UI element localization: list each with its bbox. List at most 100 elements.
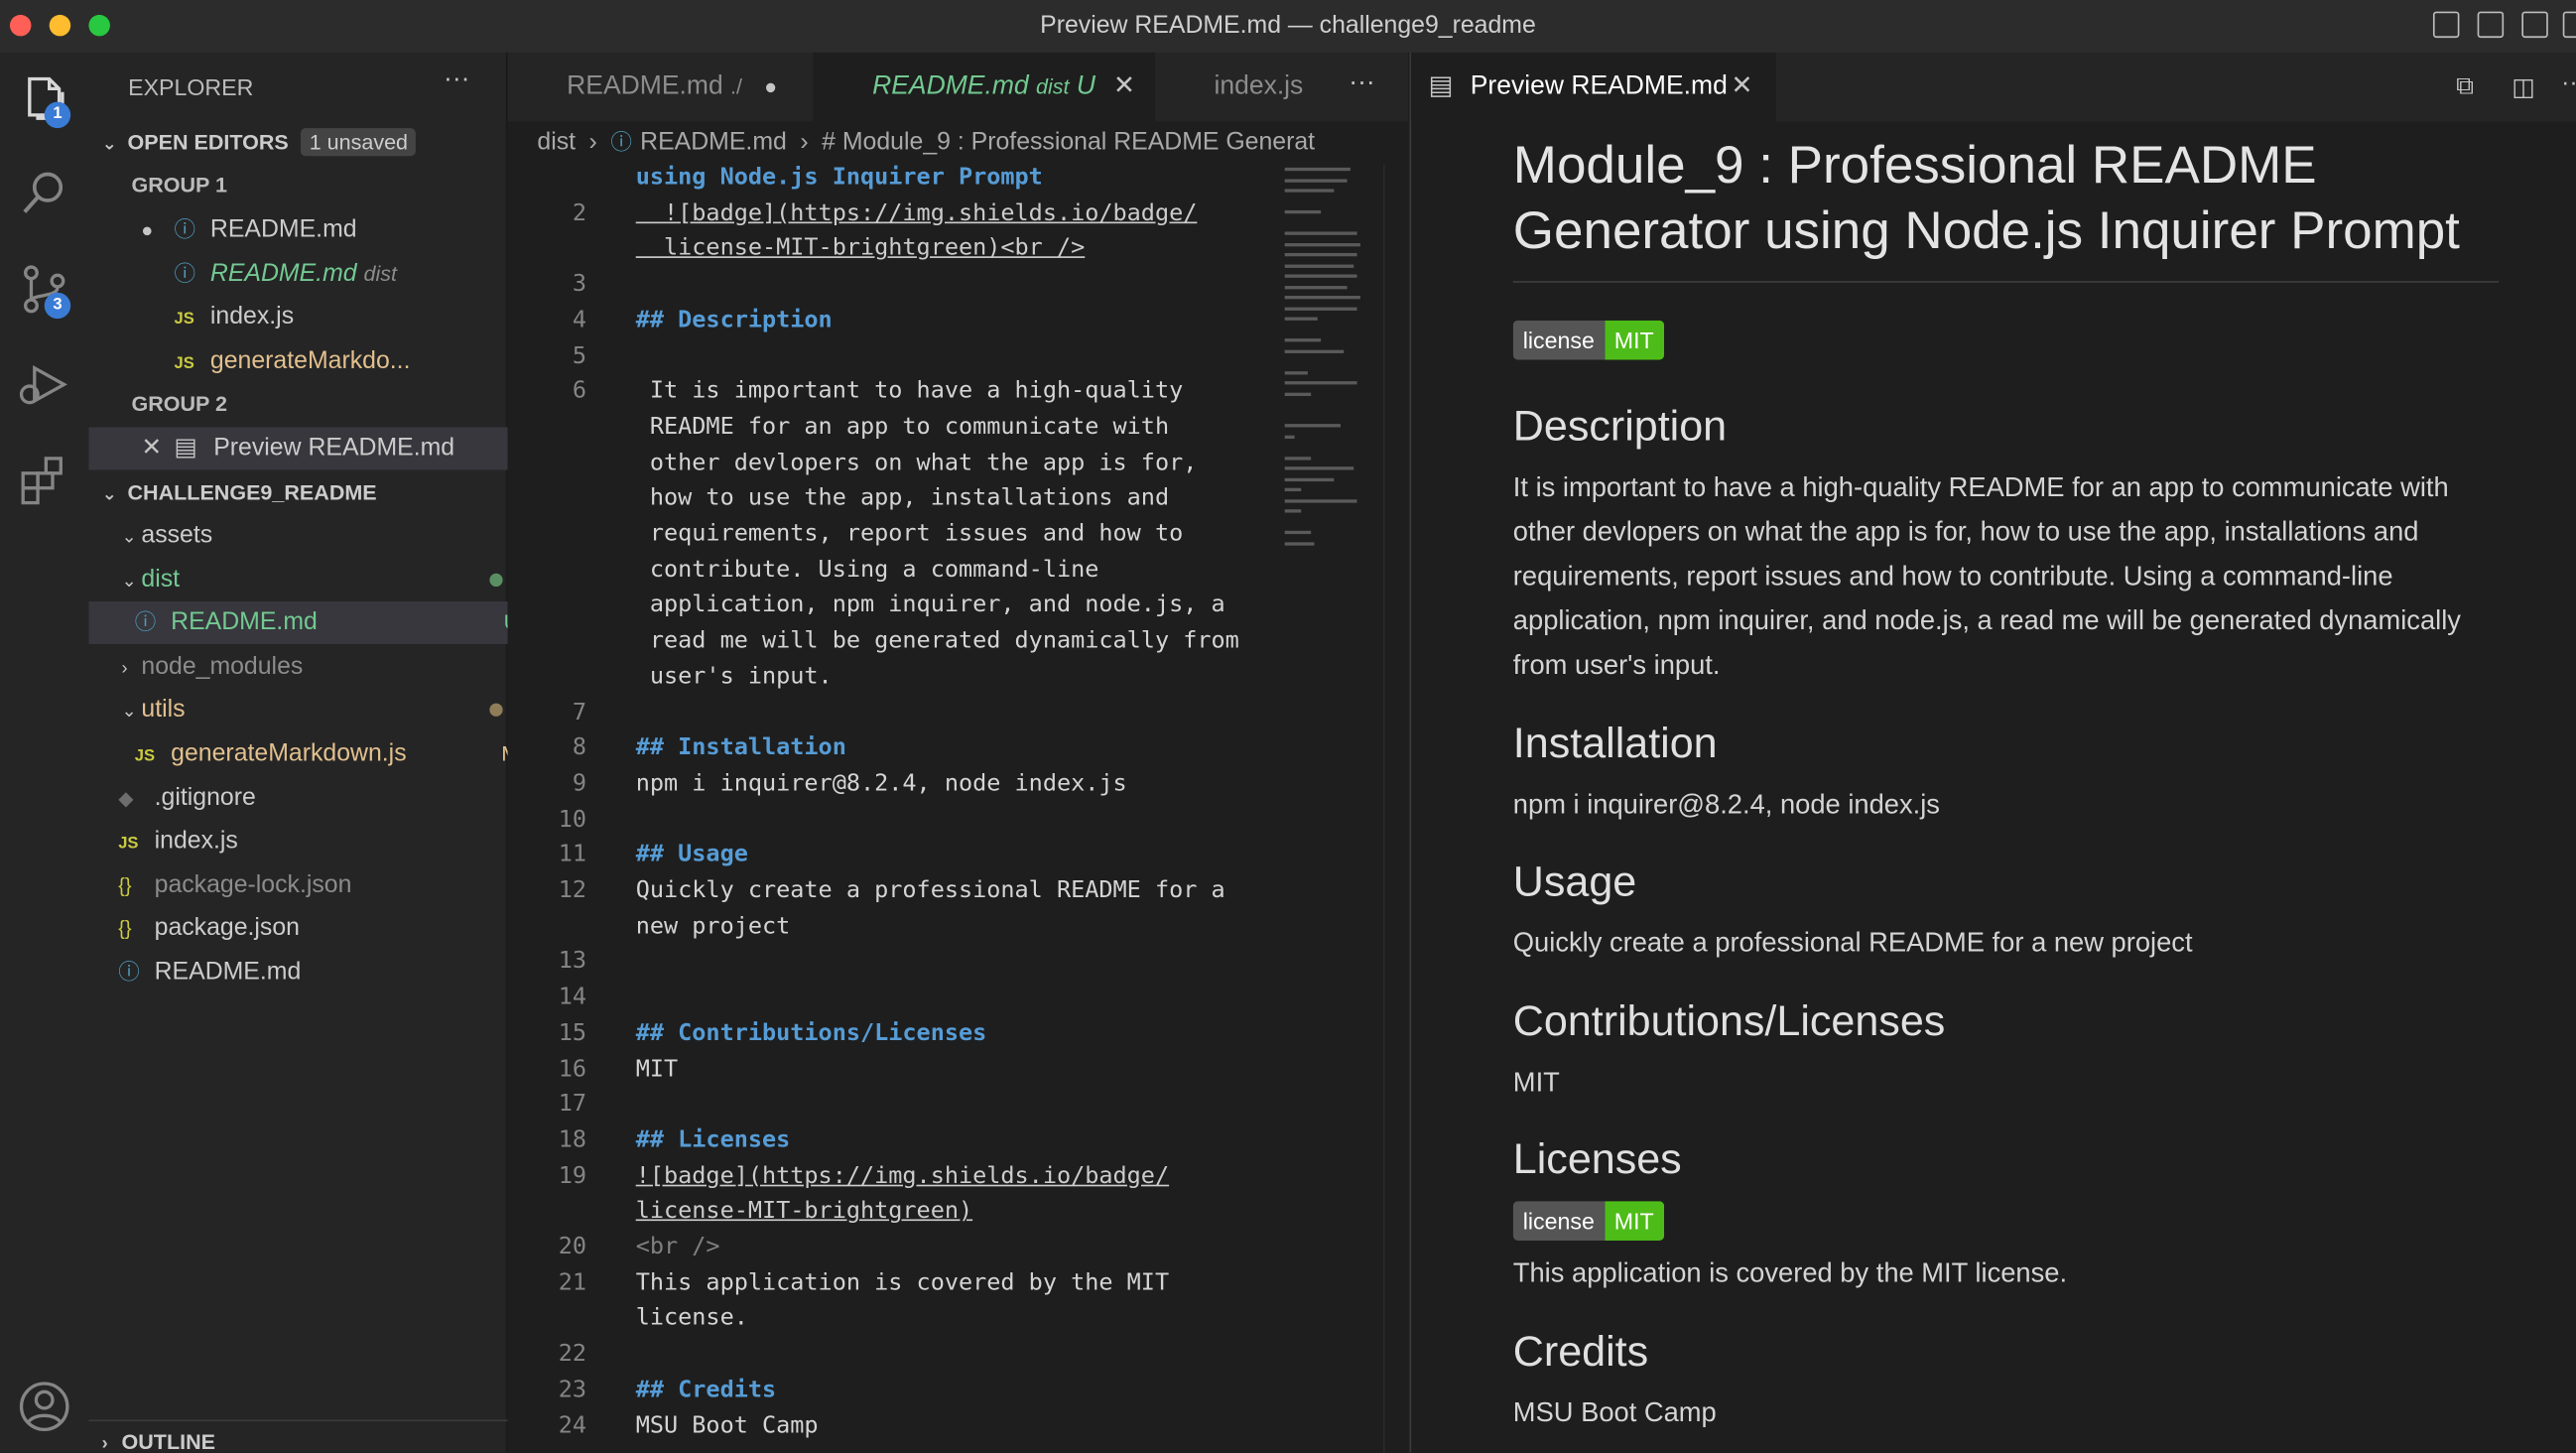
close-icon[interactable]: ✕ [1731, 53, 1752, 122]
line-number: 23 [558, 1377, 587, 1403]
preview-paragraph: MSU Boot Camp [1512, 1397, 1717, 1428]
split-editor-icon[interactable]: ◫ [2512, 72, 2534, 102]
minimap-line [1284, 252, 1357, 257]
license-badge: license MIT [1512, 320, 1664, 360]
minimap-line [1284, 231, 1357, 235]
tab-readme-root[interactable]: README.md ./ ● [508, 53, 814, 122]
minimap-line [1284, 306, 1357, 311]
editor-scrollbar[interactable] [1383, 164, 1408, 1453]
minimap-line [1284, 530, 1312, 535]
status-dot [489, 703, 503, 717]
chevron-right-icon: › [121, 658, 128, 679]
chevron-right-icon: › [800, 128, 809, 157]
code-line: ![badge](https://img.shields.io/badge/ [635, 199, 1198, 226]
js-file-icon: JS [174, 354, 194, 373]
folder-utils[interactable]: ⌄ utils [88, 689, 539, 731]
toggle-sidebar-icon[interactable] [2432, 11, 2460, 39]
chevron-down-icon: ⌄ [121, 527, 137, 548]
minimap-line [1284, 348, 1345, 353]
preview-title: Module_9 : Professional README Generator… [1512, 134, 2460, 260]
close-icon[interactable]: ✕ [1113, 53, 1135, 122]
open-source-icon[interactable]: ⧉ [2456, 72, 2474, 100]
open-editor-item[interactable]: ✕ ▤ Preview README.md [88, 427, 559, 470]
code-line: ## Description [635, 307, 833, 333]
line-number: 9 [572, 770, 587, 797]
code-line: ## Credits [635, 1377, 777, 1403]
minimap[interactable] [1281, 165, 1379, 568]
file-package-json[interactable]: {} package.json [88, 907, 535, 950]
run-debug-icon[interactable] [15, 355, 74, 415]
explorer-more-button[interactable]: ··· [444, 66, 469, 95]
customize-layout-icon[interactable] [2562, 11, 2576, 39]
folder-dist[interactable]: ⌄ dist [88, 559, 539, 601]
toggle-panel-icon[interactable] [2477, 11, 2505, 39]
unsaved-dot-icon: ● [141, 218, 154, 242]
editor-tabs: README.md ./ ● README.md dist U ✕ index.… [507, 52, 1408, 122]
line-number: 22 [558, 1341, 587, 1368]
extensions-icon[interactable] [15, 451, 74, 510]
line-number: 17 [558, 1091, 587, 1119]
activity-bar: 1 3 [0, 52, 89, 1453]
search-icon[interactable] [15, 165, 74, 224]
chevron-right-icon: › [588, 128, 597, 157]
project-section[interactable]: ⌄ CHALLENGE9_README [88, 471, 519, 514]
more-actions-icon[interactable]: ··· [1349, 69, 1374, 99]
group-1-label: GROUP 1 [131, 172, 227, 198]
close-icon[interactable]: ✕ [141, 427, 174, 469]
file-generate-markdown[interactable]: JSgenerateMarkdown.js M [88, 732, 552, 775]
folder-assets[interactable]: ⌄ assets [88, 514, 539, 557]
code-line: using Node.js Inquirer Prompt [635, 164, 1043, 192]
account-icon[interactable] [15, 1377, 74, 1436]
minimap-line [1284, 338, 1322, 342]
minimap-line [1284, 381, 1357, 385]
minimap-line [1284, 370, 1308, 374]
minimap-line [1284, 424, 1341, 428]
minimap-line [1284, 391, 1312, 396]
line-number: 15 [558, 1019, 587, 1047]
code-line: contribute. Using a command-line [635, 556, 1099, 584]
tab-preview[interactable]: ▤ Preview README.md ✕ [1411, 52, 1776, 122]
minimap-line [1284, 274, 1357, 278]
toggle-secondary-sidebar-icon[interactable] [2521, 11, 2548, 39]
preview-paragraph: npm i inquirer@8.2.4, node index.js [1512, 790, 1940, 821]
folder-node-modules[interactable]: › node_modules [88, 646, 539, 689]
unsaved-dot-icon: ● [764, 73, 778, 99]
license-badge: license MIT [1512, 1201, 1664, 1241]
code-line: Quickly create a professional README for… [635, 877, 1225, 904]
info-file-icon: ⓘ [118, 959, 140, 985]
tab-readme-dist[interactable]: README.md dist U ✕ [813, 52, 1155, 122]
code-line: requirements, report issues and how to [635, 520, 1184, 548]
tab-index-js[interactable]: index.js [1155, 53, 1346, 122]
file-gitignore[interactable]: ◆ .gitignore [88, 777, 535, 820]
line-number: 8 [572, 734, 587, 761]
code-line: user's input. [635, 663, 833, 691]
code-line: ## Contributions/Licenses [635, 1019, 987, 1047]
breadcrumb: dist › ⓘ README.md › # Module_9 : Profess… [507, 121, 1408, 165]
file-dist-readme[interactable]: ⓘREADME.md U [88, 600, 553, 644]
source-control-icon[interactable]: 3 [15, 260, 74, 320]
file-readme[interactable]: ⓘ README.md [88, 952, 535, 994]
js-file-icon: JS [174, 310, 194, 330]
json-file-icon: {} [118, 916, 132, 941]
preview-icon: ▤ [174, 434, 197, 462]
chevron-down-icon: ⌄ [121, 572, 137, 593]
preview-paragraph: It is important to have a high-quality R… [1512, 472, 2461, 681]
preview-tabs: ▤ Preview README.md ✕ ⧉ ◫ ·· [1411, 52, 2576, 122]
code-line: It is important to have a high-quality [635, 378, 1184, 405]
line-number: 21 [558, 1269, 587, 1296]
minimap-line [1284, 189, 1335, 193]
explorer-icon[interactable]: 1 [15, 69, 74, 129]
minimap-line [1284, 466, 1354, 470]
file-package-lock[interactable]: {} package-lock.json [88, 864, 535, 907]
outline-section[interactable]: › OUTLINE [88, 1419, 520, 1453]
code-editor[interactable]: using Node.js Inquirer Prompt 2 ![badge](… [507, 164, 1280, 1453]
code-line: license. [635, 1305, 748, 1332]
open-editor-item[interactable]: ● ⓘ README.md [88, 208, 559, 251]
file-index-js[interactable]: JS index.js [88, 820, 535, 862]
more-actions-icon[interactable]: ·· [2561, 69, 2576, 97]
minimap-line [1284, 296, 1360, 300]
preview-paragraph: This application is covered by the MIT l… [1512, 1258, 2068, 1288]
open-editors-section[interactable]: ⌄ OPEN EDITORS 1 unsaved [88, 122, 519, 165]
minimap-line [1284, 242, 1360, 246]
minimap-line [1284, 434, 1295, 439]
